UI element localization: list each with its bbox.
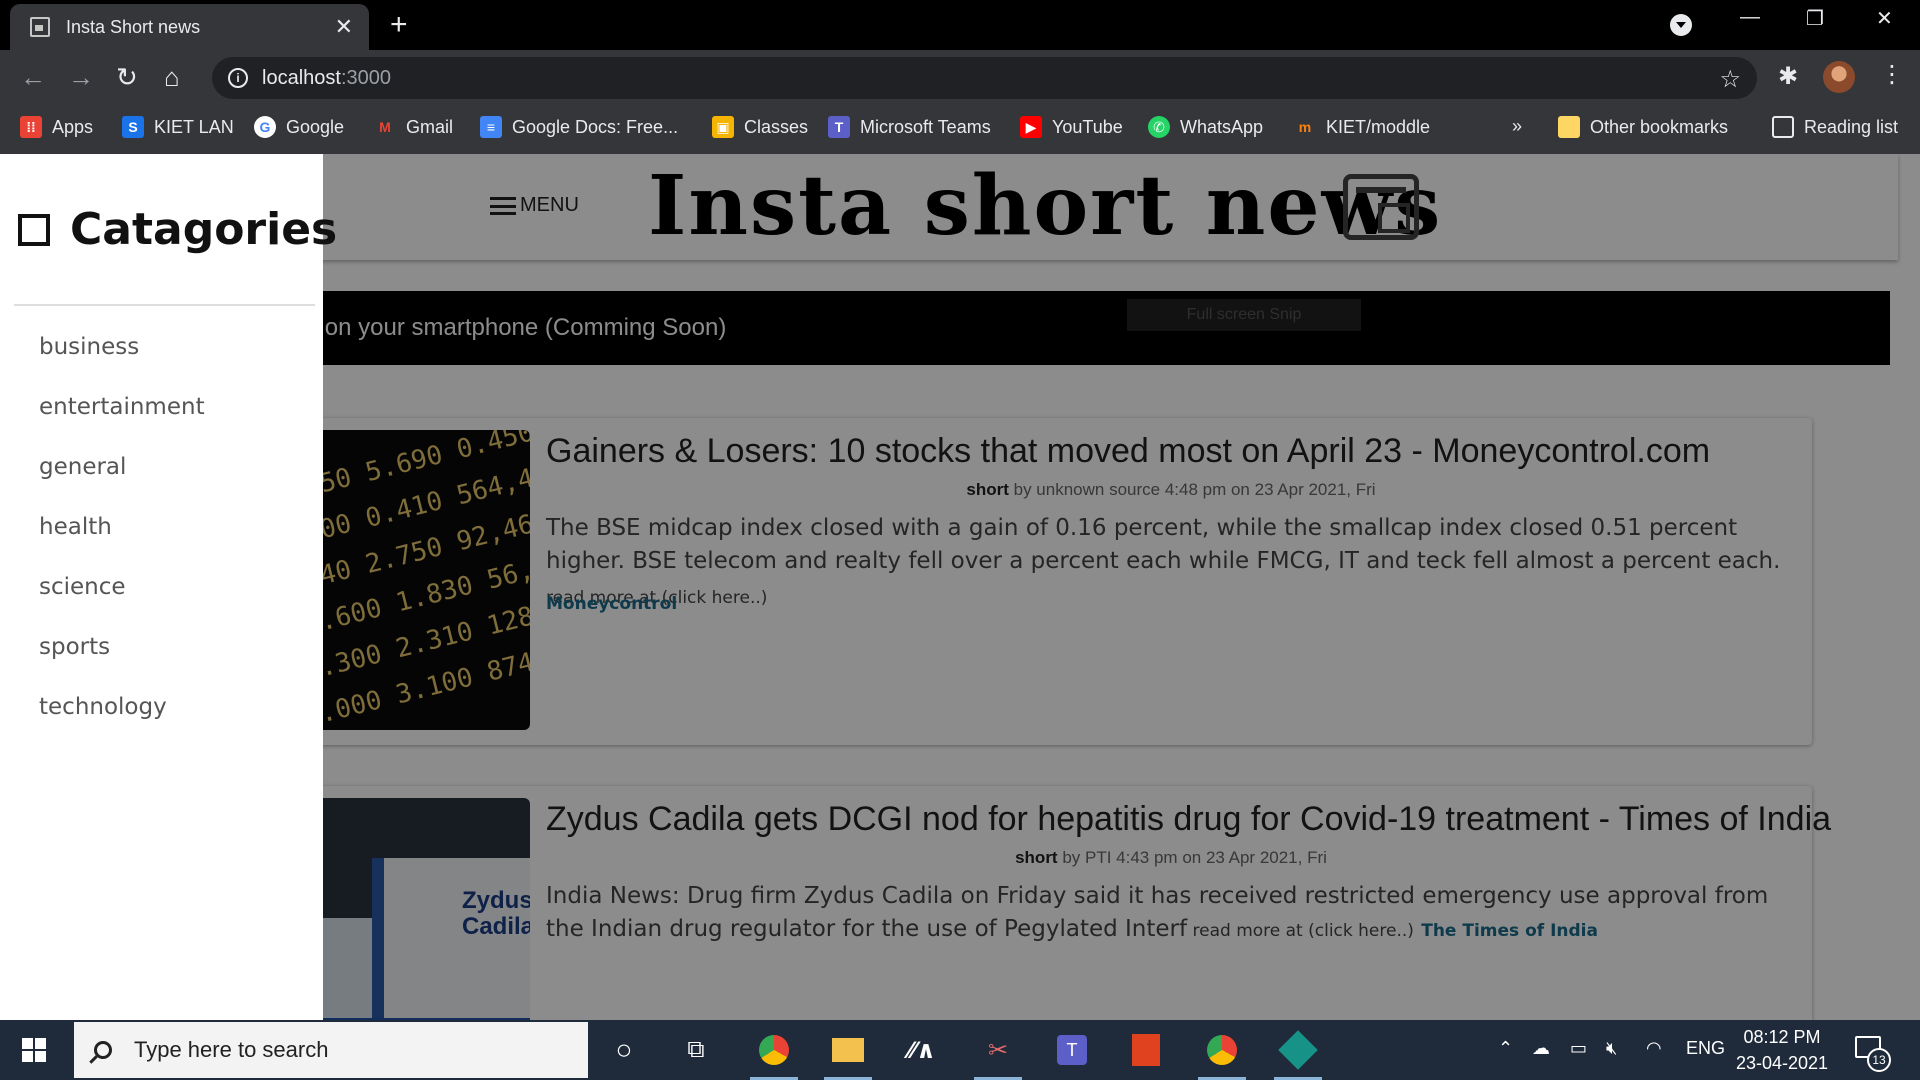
news-favicon-icon	[30, 17, 50, 37]
bookmark-google-docs[interactable]: ≡ Google Docs: Free...	[480, 116, 678, 138]
category-general[interactable]: general	[39, 454, 126, 480]
browser-menu-icon[interactable]: ⋮	[1880, 60, 1904, 89]
url-port: :3000	[340, 66, 391, 89]
extensions-icon[interactable]: ✱	[1778, 62, 1798, 91]
folder-icon	[1558, 116, 1580, 138]
clock-time: 08:12 PM	[1743, 1027, 1821, 1047]
show-hidden-icons-icon[interactable]: ⌃	[1498, 1038, 1513, 1059]
close-window-icon[interactable]: ✕	[1876, 6, 1893, 31]
chrome-icon[interactable]	[750, 1032, 798, 1080]
teams-icon: T	[828, 116, 850, 138]
clock-date: 23-04-2021	[1735, 1053, 1829, 1073]
gmail-icon: M	[379, 119, 391, 135]
page-viewport: MENU Insta short news Full screen Snip c…	[0, 154, 1920, 1020]
reading-list-icon	[1772, 116, 1794, 138]
restore-icon[interactable]: ❐	[1806, 6, 1824, 31]
windows-start-icon[interactable]	[22, 1038, 46, 1062]
teams-icon[interactable]: T	[1054, 1032, 1090, 1068]
volume-muted-icon[interactable]: 🔇︎	[1606, 1038, 1617, 1059]
bookmark-apps[interactable]: ⁞⁞ Apps	[20, 116, 93, 138]
google-docs-icon: ≡	[480, 116, 502, 138]
browser-tab[interactable]: Insta Short news ✕	[10, 4, 369, 50]
snip-sketch-icon[interactable]: ✂	[974, 1032, 1022, 1080]
back-icon[interactable]: ←	[20, 62, 46, 92]
category-sports[interactable]: sports	[39, 634, 110, 660]
url-host: localhost	[262, 66, 341, 89]
category-technology[interactable]: technology	[39, 694, 167, 720]
category-business[interactable]: business	[39, 334, 139, 360]
tab-title: Insta Short news	[66, 16, 201, 37]
address-bar[interactable]: i localhost :3000 ☆	[212, 57, 1757, 99]
minimize-icon[interactable]: —	[1740, 6, 1760, 29]
bookmark-gmail[interactable]: M Gmail	[374, 116, 453, 138]
bookmarks-bar: ⁞⁞ Apps S KIET LAN G Google M Gmail ≡ Google …	[0, 106, 1920, 154]
windows-taskbar: Type here to search ○ ⧉ ⁄⁄∧ ✂ T ⌃ ☁ ▭ 🔇︎…	[0, 1020, 1920, 1080]
reload-icon[interactable]: ↻	[116, 62, 138, 92]
tab-search-icon[interactable]	[1670, 14, 1692, 36]
task-view-icon[interactable]: ⧉	[678, 1032, 714, 1068]
action-center-icon[interactable]: 13	[1855, 1036, 1891, 1072]
youtube-icon: ▶	[1020, 116, 1042, 138]
system-clock[interactable]: 08:12 PM 23-04-2021	[1722, 1024, 1842, 1076]
bookmark-google[interactable]: G Google	[254, 116, 344, 138]
chrome-profile-icon[interactable]	[1198, 1032, 1246, 1080]
forward-icon[interactable]: →	[68, 62, 94, 92]
home-icon[interactable]: ⌂	[164, 62, 180, 92]
category-entertainment[interactable]: entertainment	[39, 394, 205, 420]
bookmark-youtube[interactable]: ▶ YouTube	[1020, 116, 1123, 138]
bookmarks-overflow[interactable]: »	[1512, 116, 1522, 137]
notification-count: 13	[1867, 1048, 1891, 1072]
bookmark-classes[interactable]: ▣ Classes	[712, 116, 808, 138]
browser-toolbar: ← → ↻ ⌂ i localhost :3000 ☆ ✱ ⋮	[0, 50, 1920, 106]
bookmark-kiet-moodle[interactable]: m KIET/moddle	[1294, 116, 1430, 138]
file-explorer-icon[interactable]	[824, 1032, 872, 1080]
category-health[interactable]: health	[39, 514, 112, 540]
bookmark-kiet-lan[interactable]: S KIET LAN	[122, 116, 234, 138]
kiet-lan-icon: S	[122, 116, 144, 138]
classroom-icon: ▣	[712, 116, 734, 138]
sidebar-heading: Catagories	[14, 204, 338, 255]
square-icon	[14, 213, 50, 246]
category-sidebar: Catagories business entertainment genera…	[0, 154, 337, 1020]
sidebar-title: Catagories	[70, 204, 338, 255]
site-info-icon[interactable]: i	[228, 68, 248, 88]
category-science[interactable]: science	[39, 574, 126, 600]
close-tab-icon[interactable]: ✕	[335, 14, 353, 40]
taskbar-search[interactable]: Type here to search	[74, 1022, 588, 1078]
profile-avatar[interactable]	[1823, 61, 1855, 93]
onedrive-icon[interactable]: ☁	[1532, 1038, 1550, 1059]
battery-icon[interactable]: ▭	[1570, 1038, 1587, 1059]
other-bookmarks[interactable]: Other bookmarks	[1558, 116, 1728, 138]
bookmark-teams[interactable]: T Microsoft Teams	[828, 116, 991, 138]
tab-strip: Insta Short news ✕ + — ❐ ✕	[0, 0, 1920, 50]
apps-grid-icon: ⁞⁞	[20, 116, 42, 138]
search-placeholder: Type here to search	[134, 1037, 329, 1062]
google-icon: G	[254, 116, 276, 138]
bookmark-star-icon[interactable]: ☆	[1719, 65, 1741, 94]
gitkraken-icon[interactable]	[1274, 1030, 1322, 1080]
app-icon[interactable]: ⁄⁄∧	[904, 1032, 940, 1068]
whatsapp-icon: ✆	[1148, 116, 1170, 138]
search-icon	[94, 1041, 112, 1059]
cortana-icon[interactable]: ○	[606, 1032, 642, 1068]
language-indicator[interactable]: ENG	[1686, 1038, 1725, 1059]
new-tab-button[interactable]: +	[390, 8, 408, 42]
sidebar-divider	[14, 304, 315, 306]
wifi-icon[interactable]: ◠	[1646, 1038, 1662, 1059]
reading-list[interactable]: Reading list	[1772, 116, 1898, 138]
bookmark-whatsapp[interactable]: ✆ WhatsApp	[1148, 116, 1263, 138]
office-icon[interactable]	[1128, 1032, 1164, 1068]
moodle-icon: m	[1298, 119, 1312, 135]
